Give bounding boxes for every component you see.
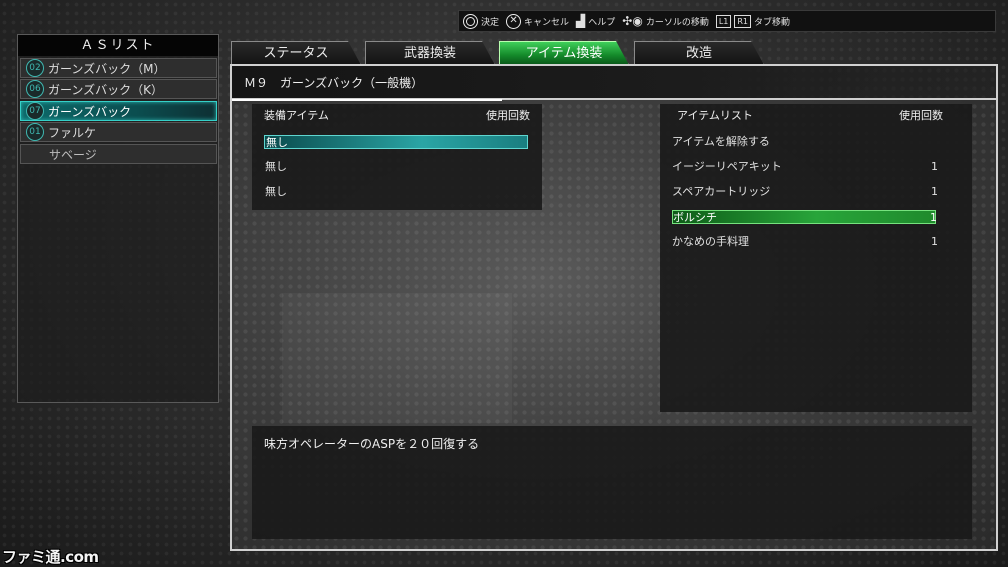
tab-items[interactable]: アイテム換装 — [499, 41, 629, 65]
item-uses-title: 使用回数 — [899, 109, 943, 122]
equip-slot[interactable]: 無し — [264, 160, 528, 174]
item-list-title: アイテムリスト — [677, 109, 753, 122]
controls-hint-bar: 決定 ✕ キャンセル ▟ ヘルプ ✣◉ カーソルの移動 L1 R1 タブ移動 — [458, 10, 996, 32]
as-list-item-label: サベージ — [49, 147, 97, 162]
control-cancel: ✕ キャンセル — [506, 13, 570, 29]
control-confirm-label: 決定 — [481, 17, 500, 28]
control-tab-label: タブ移動 — [754, 17, 791, 28]
control-cursor-label: カーソルの移動 — [645, 17, 709, 28]
background-panel-decoration — [282, 293, 512, 423]
as-list-item-label: ファルケ — [48, 125, 97, 140]
item-name: ボルシチ — [673, 211, 717, 224]
item-count: 1 — [931, 160, 938, 173]
equipped-items-panel: 装備アイテム 使用回数 無し 無し 無し — [252, 104, 542, 210]
item-description-box: 味方オペレーターのASPを２０回復する — [252, 426, 972, 539]
control-help-label: ヘルプ — [588, 17, 616, 28]
equip-slot[interactable]: 無し — [264, 185, 528, 199]
touchpad-icon: ▟ — [576, 14, 586, 28]
item-count: 1 — [930, 211, 937, 224]
item-description: 味方オペレーターのASPを２０回復する — [264, 437, 480, 451]
item-row[interactable]: スペアカートリッジ 1 — [672, 185, 938, 199]
control-cancel-label: キャンセル — [524, 17, 570, 28]
item-name: かなめの手料理 — [672, 235, 749, 248]
item-count: 1 — [931, 185, 938, 198]
unit-name: Ｍ９ ガーンズバック（一般機） — [244, 76, 424, 90]
tab-weapons[interactable]: 武器換装 — [365, 41, 495, 65]
as-list-title: ＡＳリスト — [18, 35, 218, 56]
item-row[interactable]: イージーリペアキット 1 — [672, 160, 938, 174]
equipped-items-title: 装備アイテム — [264, 109, 329, 122]
item-row-selected[interactable]: ボルシチ 1 — [672, 210, 937, 224]
item-list-header: アイテムリスト 使用回数 — [660, 104, 972, 122]
unit-number-badge: 06 — [26, 80, 44, 98]
item-count: 1 — [931, 235, 938, 248]
unit-number-badge: 07 — [26, 102, 44, 120]
as-list-item[interactable]: サベージ — [20, 144, 217, 164]
as-list-panel: ＡＳリスト 02 ガーンズバック（M） 06 ガーンズバック（K） 07 ガーン… — [17, 34, 219, 403]
as-list-item[interactable]: 06 ガーンズバック（K） — [20, 79, 217, 99]
as-list-item-label: ガーンズバック — [48, 104, 132, 119]
unit-number-badge: 02 — [26, 59, 44, 77]
as-list-item[interactable]: 02 ガーンズバック（M） — [20, 58, 217, 78]
l1-key-icon: L1 — [715, 14, 732, 28]
unit-name-bar: Ｍ９ ガーンズバック（一般機） — [232, 66, 996, 100]
header-underline — [232, 99, 502, 101]
item-row[interactable]: かなめの手料理 1 — [672, 235, 938, 249]
item-row-unequip[interactable]: アイテムを解除する — [672, 135, 936, 149]
unit-number-badge: 01 — [26, 123, 44, 141]
as-list-item-label: ガーンズバック（M） — [48, 61, 166, 76]
item-list-panel: アイテムリスト 使用回数 アイテムを解除する イージーリペアキット 1 スペアカ… — [660, 104, 972, 412]
equip-slot-selected[interactable]: 無し — [264, 135, 528, 149]
dpad-stick-icon: ✣◉ — [622, 14, 643, 28]
control-cursor: ✣◉ カーソルの移動 — [622, 14, 709, 28]
r1-key-icon: R1 — [734, 14, 752, 28]
control-tab: L1 R1 タブ移動 — [715, 14, 791, 28]
item-name: イージーリペアキット — [672, 160, 782, 173]
tab-status[interactable]: ステータス — [231, 41, 361, 65]
item-name: アイテムを解除する — [672, 135, 770, 148]
circle-button-icon — [463, 13, 478, 29]
tab-modify[interactable]: 改造 — [634, 41, 764, 65]
control-confirm: 決定 — [463, 13, 500, 29]
equipped-uses-title: 使用回数 — [486, 109, 530, 122]
item-name: スペアカートリッジ — [672, 185, 771, 198]
site-watermark-logo: ファミ通.com — [2, 548, 99, 566]
item-equip-panel: Ｍ９ ガーンズバック（一般機） 装備アイテム 使用回数 無し 無し 無し アイテ… — [230, 64, 998, 551]
equipped-items-header: 装備アイテム 使用回数 — [252, 104, 542, 122]
control-help: ▟ ヘルプ — [576, 14, 615, 28]
as-list-item-selected[interactable]: 07 ガーンズバック — [20, 101, 217, 121]
as-list-item[interactable]: 01 ファルケ — [20, 122, 217, 142]
cross-button-icon: ✕ — [506, 13, 522, 29]
as-list-item-label: ガーンズバック（K） — [48, 82, 164, 97]
